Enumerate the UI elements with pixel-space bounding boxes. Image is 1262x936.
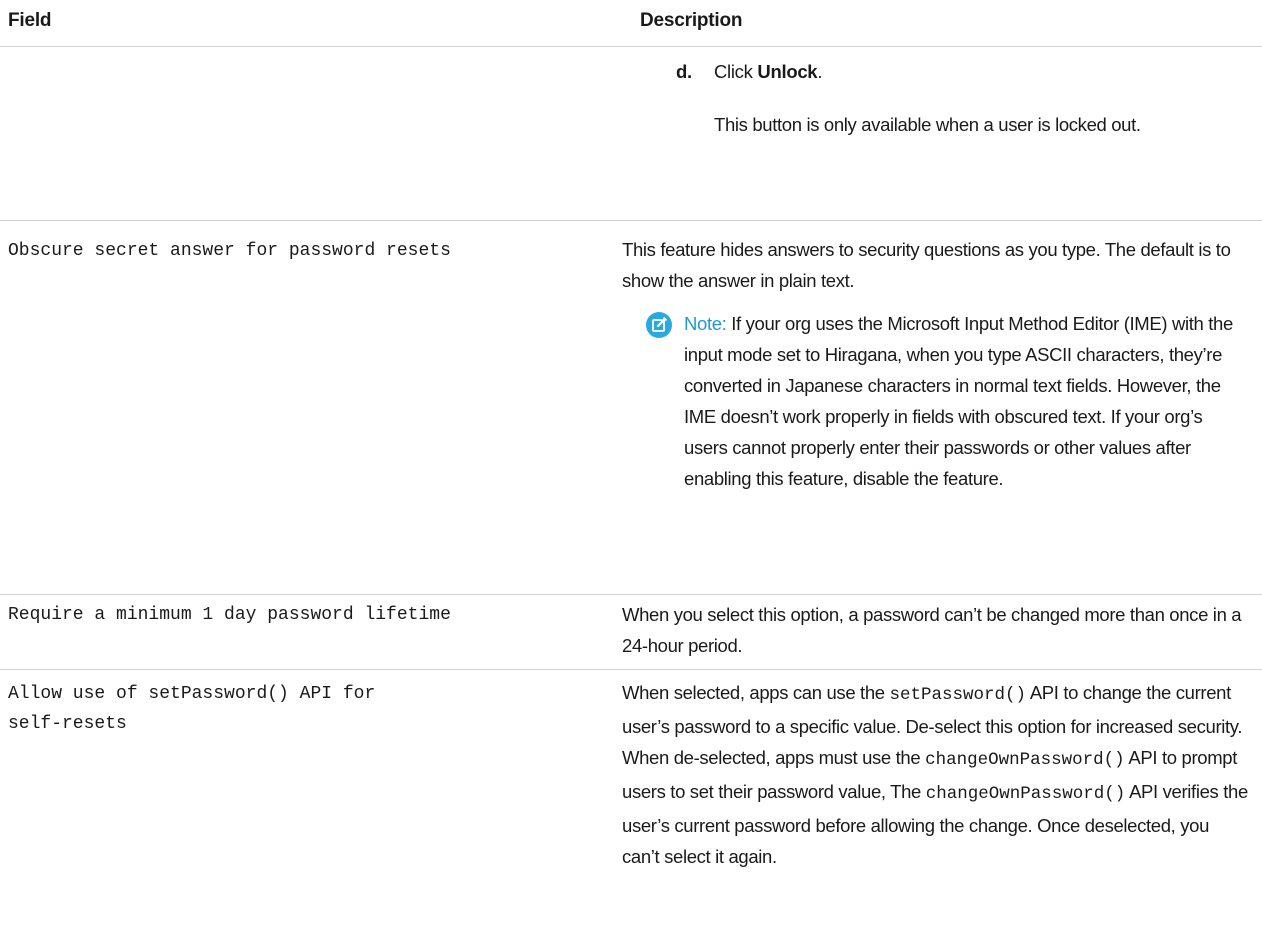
step-note: This button is only available when a use… (714, 114, 1141, 135)
note-label: Note: (684, 313, 727, 334)
table-row-obscure-secret-answer: Obscure secret answer for password reset… (0, 221, 1262, 595)
note-text: Note: If your org uses the Microsoft Inp… (684, 308, 1244, 494)
description-text: This feature hides answers to security q… (622, 239, 1231, 291)
code-setpassword: setPassword() (889, 685, 1027, 705)
step-prefix: Click (714, 61, 758, 82)
table-row-unlock-step: d. Click Unlock. This button is only avai… (0, 47, 1262, 221)
step-d: d. Click Unlock. (676, 61, 822, 83)
field-description: When you select this option, a password … (622, 604, 1242, 656)
field-name: Require a minimum 1 day password lifetim… (8, 605, 451, 625)
table-row-setpassword-api: Allow use of setPassword() API for self-… (0, 670, 1262, 930)
step-suffix: . (817, 61, 823, 82)
field-description: This feature hides answers to security q… (622, 234, 1250, 296)
table-header: Field Description (0, 0, 1262, 47)
description-part: When selected, apps can use the (622, 682, 890, 703)
field-name: Obscure secret answer for password reset… (8, 241, 451, 261)
field-description-table: Field Description d. Click Unlock. This b… (0, 0, 1262, 930)
table-row-min-password-lifetime: Require a minimum 1 day password lifetim… (0, 595, 1262, 670)
field-column-header: Field (8, 10, 52, 31)
note-body: If your org uses the Microsoft Input Met… (684, 313, 1233, 489)
edit-note-icon (646, 312, 672, 338)
field-description: When selected, apps can use the setPassw… (622, 677, 1250, 872)
unlock-label: Unlock (757, 61, 818, 82)
code-changeownpassword: changeOwnPassword() (925, 784, 1126, 804)
step-letter: d. (676, 61, 692, 82)
field-name: Allow use of setPassword() API for self-… (8, 684, 376, 734)
code-changeownpassword: changeOwnPassword() (925, 750, 1125, 770)
description-column-header: Description (640, 10, 743, 31)
